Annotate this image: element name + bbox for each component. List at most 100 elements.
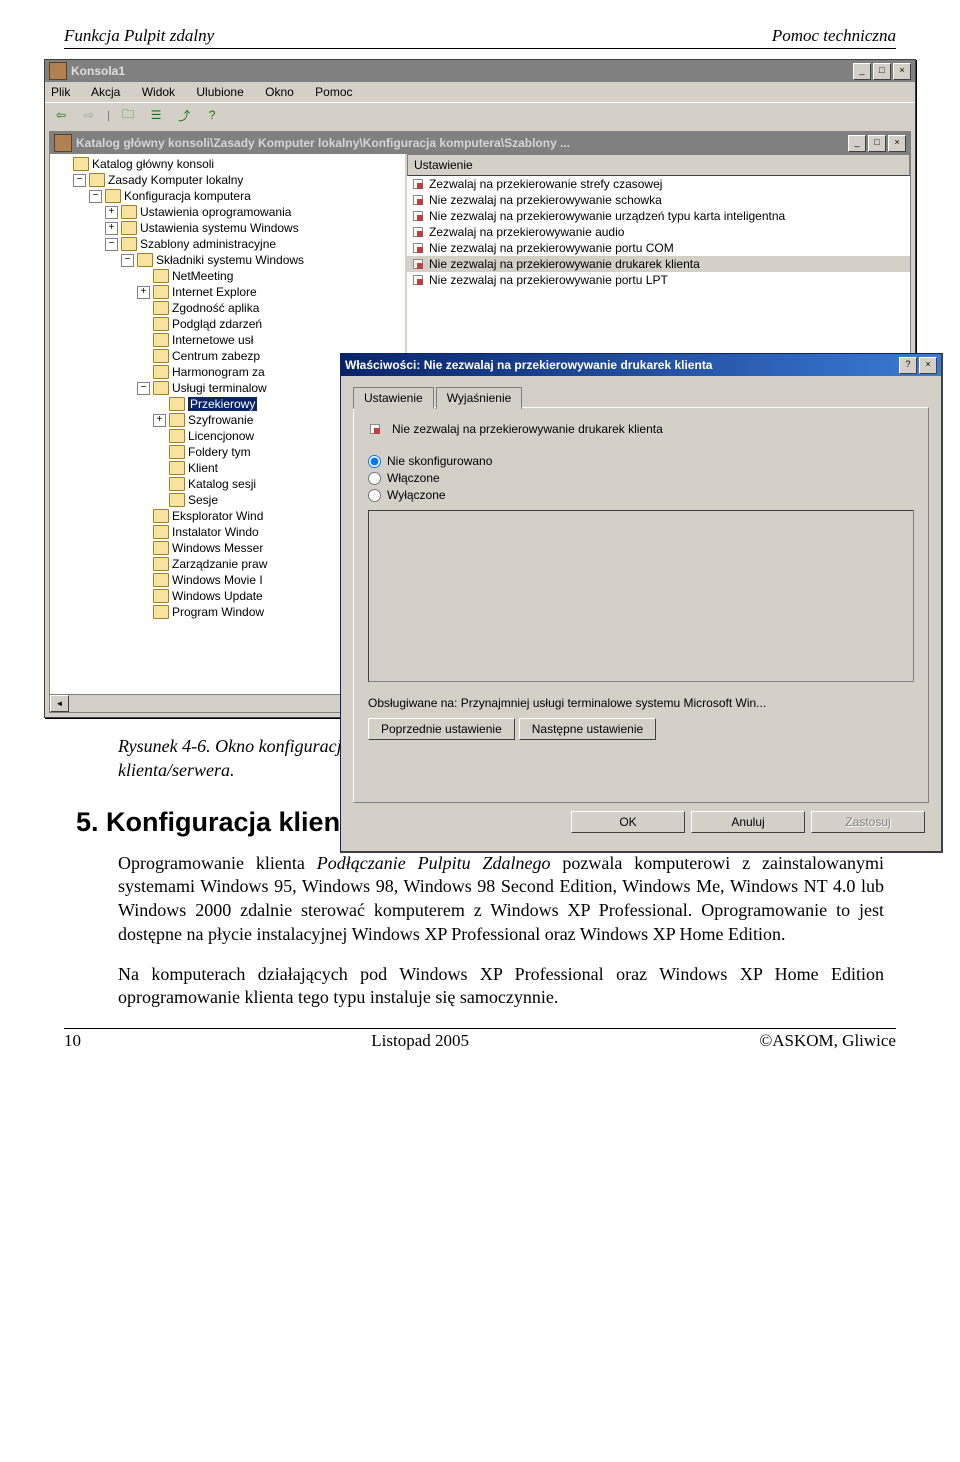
folder-icon bbox=[169, 413, 185, 427]
close-button[interactable]: × bbox=[893, 63, 911, 80]
menu-pomoc[interactable]: Pomoc bbox=[315, 85, 352, 99]
export-icon[interactable]: ⤴ bbox=[174, 105, 194, 125]
list-item-label: Nie zezwalaj na przekierowywanie urządze… bbox=[429, 209, 785, 223]
header-rule bbox=[64, 48, 896, 49]
tree-label: Składniki systemu Windows bbox=[156, 253, 304, 267]
dialog-close-button[interactable]: × bbox=[919, 357, 937, 374]
menu-akcja[interactable]: Akcja bbox=[91, 85, 120, 99]
policy-item-icon bbox=[411, 241, 425, 255]
list-item[interactable]: Nie zezwalaj na przekierowywanie urządze… bbox=[407, 208, 910, 224]
supported-label: Obsługiwane na: bbox=[368, 696, 457, 710]
prev-setting-button[interactable]: Poprzednie ustawienie bbox=[368, 718, 515, 740]
child-title: Katalog główny konsoli\Zasady Komputer l… bbox=[76, 136, 848, 150]
footer-right: ©ASKOM, Gliwice bbox=[759, 1031, 896, 1051]
tree-label: Zgodność aplika bbox=[172, 301, 259, 315]
help-icon[interactable]: ? bbox=[202, 105, 222, 125]
apply-button[interactable]: Zastosuj bbox=[811, 811, 925, 833]
mmc-titlebar[interactable]: Konsola1 _ □ × bbox=[45, 60, 915, 82]
header-right: Pomoc techniczna bbox=[772, 26, 896, 46]
radio-wlaczone[interactable] bbox=[368, 472, 381, 485]
folder-icon bbox=[153, 381, 169, 395]
tree-node[interactable]: NetMeeting bbox=[54, 268, 405, 284]
list-item[interactable]: Nie zezwalaj na przekierowywanie drukare… bbox=[407, 256, 910, 272]
p1a: Oprogramowanie klienta bbox=[118, 853, 317, 873]
tree-node[interactable]: −Szablony administracyjne bbox=[54, 236, 405, 252]
tree-node[interactable]: +Ustawienia oprogramowania bbox=[54, 204, 405, 220]
cancel-button[interactable]: Anuluj bbox=[691, 811, 805, 833]
menu-okno[interactable]: Okno bbox=[265, 85, 294, 99]
list-item[interactable]: Nie zezwalaj na przekierowywanie portu C… bbox=[407, 240, 910, 256]
menu-widok[interactable]: Widok bbox=[142, 85, 175, 99]
folder-icon bbox=[89, 173, 105, 187]
tree-node[interactable]: Internetowe usł bbox=[54, 332, 405, 348]
footer-left: 10 bbox=[64, 1031, 81, 1051]
tree-label: Program Window bbox=[172, 605, 264, 619]
list-item-label: Nie zezwalaj na przekierowywanie portu C… bbox=[429, 241, 674, 255]
child-close-button[interactable]: × bbox=[888, 135, 906, 152]
tab-wyjasnienie[interactable]: Wyjaśnienie bbox=[436, 387, 523, 409]
props-icon[interactable]: ☰ bbox=[146, 105, 166, 125]
tree-label: NetMeeting bbox=[172, 269, 233, 283]
list-item[interactable]: Zezwalaj na przekierowanie strefy czasow… bbox=[407, 176, 910, 192]
up-icon[interactable]: 🗀 bbox=[118, 105, 138, 125]
tree-label: Sesje bbox=[188, 493, 218, 507]
folder-icon bbox=[153, 557, 169, 571]
tree-node[interactable]: Podgląd zdarzeń bbox=[54, 316, 405, 332]
list-item-label: Nie zezwalaj na przekierowywanie schowka bbox=[429, 193, 662, 207]
dialog-titlebar[interactable]: Właściwości: Nie zezwalaj na przekierowy… bbox=[341, 354, 941, 376]
tree-node[interactable]: −Zasady Komputer lokalny bbox=[54, 172, 405, 188]
radio-nie-skonfigurowano[interactable] bbox=[368, 455, 381, 468]
tab-ustawienie[interactable]: Ustawienie bbox=[353, 387, 434, 409]
tree-node[interactable]: − Konfiguracja komputera bbox=[54, 188, 405, 204]
dialog-title: Właściwości: Nie zezwalaj na przekierowy… bbox=[345, 358, 899, 372]
child-minimize-button[interactable]: _ bbox=[848, 135, 866, 152]
policy-item-icon bbox=[411, 193, 425, 207]
tree-expand-icon[interactable]: − bbox=[105, 238, 118, 251]
ok-button[interactable]: OK bbox=[571, 811, 685, 833]
folder-icon bbox=[153, 541, 169, 555]
list-item[interactable]: Nie zezwalaj na przekierowywanie schowka bbox=[407, 192, 910, 208]
list-item[interactable]: Nie zezwalaj na przekierowywanie portu L… bbox=[407, 272, 910, 288]
menu-plik[interactable]: Plik bbox=[51, 85, 70, 99]
tree-expand-icon[interactable]: + bbox=[137, 286, 150, 299]
maximize-button[interactable]: □ bbox=[873, 63, 891, 80]
radio-wylaczone[interactable] bbox=[368, 489, 381, 502]
folder-icon bbox=[153, 333, 169, 347]
supported-value: Przynajmniej usługi terminalowe systemu … bbox=[461, 696, 766, 710]
folder-icon bbox=[169, 493, 185, 507]
folder-icon bbox=[153, 573, 169, 587]
tree-node[interactable]: +Internet Explore bbox=[54, 284, 405, 300]
next-setting-button[interactable]: Następne ustawienie bbox=[519, 718, 656, 740]
tree-node[interactable]: Katalog główny konsoli bbox=[54, 156, 405, 172]
tree-label: Instalator Windo bbox=[172, 525, 259, 539]
child-maximize-button[interactable]: □ bbox=[868, 135, 886, 152]
list-header[interactable]: Ustawienie bbox=[407, 154, 910, 176]
scroll-left-icon[interactable]: ◄ bbox=[50, 695, 69, 712]
tree-expand-icon[interactable]: − bbox=[73, 174, 86, 187]
tree-label: Windows Update bbox=[172, 589, 263, 603]
tree-node[interactable]: − Składniki systemu Windows bbox=[54, 252, 405, 268]
minimize-button[interactable]: _ bbox=[853, 63, 871, 80]
dialog-help-button[interactable]: ? bbox=[899, 357, 917, 374]
tree-expand-icon[interactable]: + bbox=[105, 206, 118, 219]
folder-icon bbox=[153, 605, 169, 619]
policy-icon bbox=[368, 422, 382, 436]
menu-ulubione[interactable]: Ulubione bbox=[196, 85, 243, 99]
back-icon[interactable]: ⇦ bbox=[51, 105, 71, 125]
tree-label: Konfiguracja komputera bbox=[124, 189, 251, 203]
tree-expand-icon[interactable]: − bbox=[121, 254, 134, 267]
radio-label-2: Wyłączone bbox=[387, 488, 446, 502]
tree-expand-icon[interactable]: + bbox=[153, 414, 166, 427]
menubar: Plik Akcja Widok Ulubione Okno Pomoc bbox=[45, 82, 915, 102]
tree-expand-icon[interactable]: − bbox=[89, 190, 102, 203]
list-item[interactable]: Zezwalaj na przekierowywanie audio bbox=[407, 224, 910, 240]
screenshot: Konsola1 _ □ × Plik Akcja Widok Ulubione… bbox=[44, 59, 954, 718]
forward-icon[interactable]: ⇨ bbox=[79, 105, 99, 125]
tree-node[interactable]: Zgodność aplika bbox=[54, 300, 405, 316]
tree-label: Centrum zabezp bbox=[172, 349, 260, 363]
folder-icon bbox=[153, 509, 169, 523]
tree-node[interactable]: +Ustawienia systemu Windows bbox=[54, 220, 405, 236]
tree-expand-icon[interactable]: − bbox=[137, 382, 150, 395]
tree-expand-icon[interactable]: + bbox=[105, 222, 118, 235]
child-titlebar[interactable]: Katalog główny konsoli\Zasady Komputer l… bbox=[50, 132, 910, 154]
